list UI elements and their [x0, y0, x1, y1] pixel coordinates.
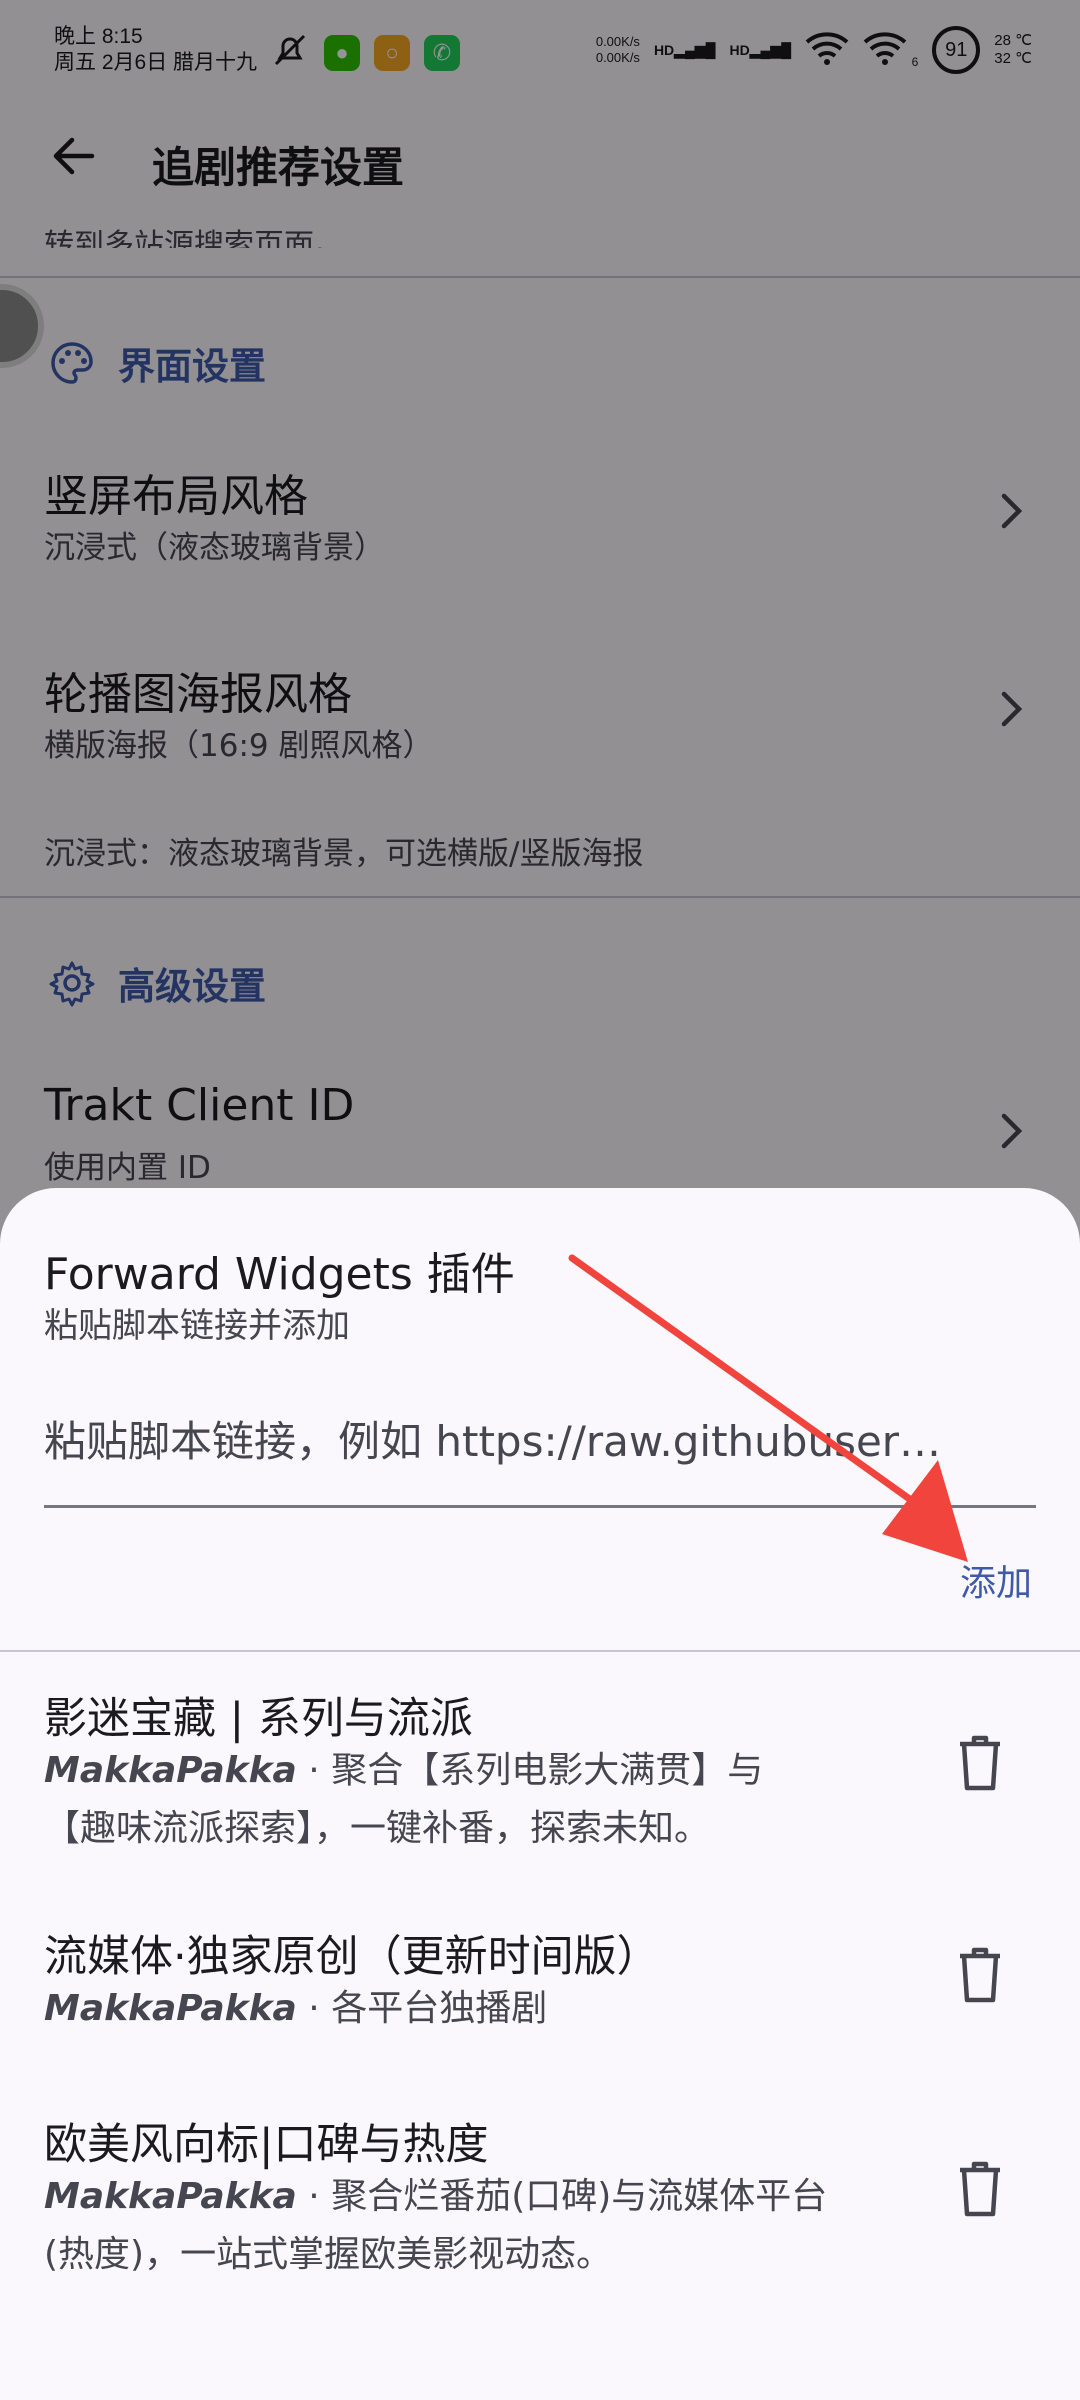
plugin-author: MakkaPakka [44, 1750, 297, 1791]
sheet-title: Forward Widgets 插件 [44, 1249, 515, 1300]
plugin-separator: · [296, 1988, 332, 2029]
plugin-list-item: 欧美风向标|口碑与热度 MakkaPakka · 聚合烂番茄(口碑)与流媒体平台… [0, 2110, 1080, 2310]
delete-icon[interactable] [952, 1730, 1008, 1794]
plugin-desc-text: 各平台独播剧 [331, 1988, 548, 2029]
plugin-author: MakkaPakka [44, 2176, 297, 2217]
plugin-name: 流媒体·独家原创（更新时间版） [44, 1932, 660, 1982]
delete-icon[interactable] [952, 1942, 1008, 2006]
plugin-name: 欧美风向标|口碑与热度 [44, 2120, 489, 2170]
sheet-divider [0, 1650, 1080, 1652]
plugin-author: MakkaPakka [44, 1988, 297, 2029]
plugin-name: 影迷宝藏 | 系列与流派 [44, 1694, 473, 1744]
plugin-list-item: 影迷宝藏 | 系列与流派 MakkaPakka · 聚合【系列电影大满贯】与【趣… [0, 1684, 1080, 1884]
sheet-subtitle: 粘贴脚本链接并添加 [44, 1306, 350, 1346]
plugin-bottom-sheet: Forward Widgets 插件 粘贴脚本链接并添加 添加 影迷宝藏 | 系… [0, 1188, 1080, 2400]
plugin-description: MakkaPakka · 聚合【系列电影大满贯】与【趣味流派探索】，一键补番，探… [44, 1742, 834, 1858]
plugin-description: MakkaPakka · 聚合烂番茄(口碑)与流媒体平台(热度)，一站式掌握欧美… [44, 2168, 834, 2284]
plugin-list-item: 流媒体·独家原创（更新时间版） MakkaPakka · 各平台独播剧 [0, 1922, 1080, 2062]
plugin-description: MakkaPakka · 各平台独播剧 [44, 1980, 834, 2038]
script-link-input[interactable] [44, 1408, 1036, 1508]
plugin-separator: · [296, 2176, 332, 2217]
plugin-separator: · [296, 1750, 332, 1791]
delete-icon[interactable] [952, 2156, 1008, 2220]
add-button[interactable]: 添加 [960, 1554, 1032, 1606]
